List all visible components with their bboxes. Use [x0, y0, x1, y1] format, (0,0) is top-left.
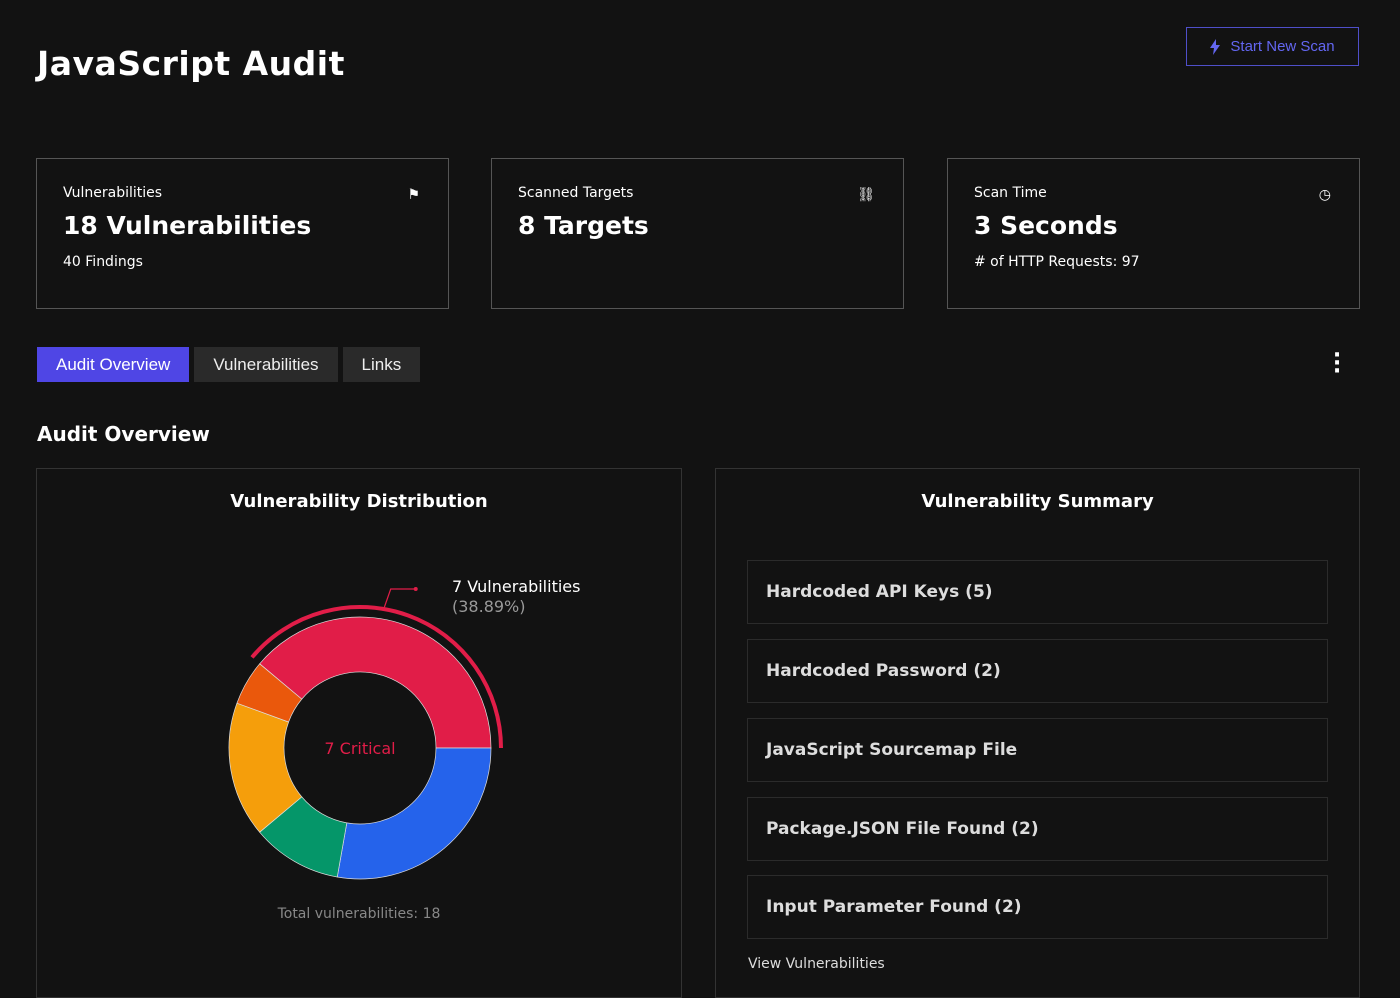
lightning-icon: [1210, 38, 1221, 55]
clock-icon: ◷: [1318, 187, 1331, 203]
donut-slice[interactable]: [259, 616, 492, 749]
card-value: 3 Seconds: [974, 211, 1118, 240]
distribution-title: Vulnerability Distribution: [230, 491, 488, 512]
view-vulnerabilities-link[interactable]: View Vulnerabilities: [748, 956, 885, 972]
summary-item[interactable]: Hardcoded Password (2): [747, 639, 1328, 703]
card-sub: 40 Findings: [63, 254, 143, 270]
tab-audit-overview[interactable]: Audit Overview: [37, 347, 190, 382]
summary-item[interactable]: Input Parameter Found (2): [747, 875, 1328, 939]
summary-item[interactable]: Package.JSON File Found (2): [747, 797, 1328, 861]
center-label: 7 Critical: [324, 739, 396, 758]
tab-bar: Audit Overview Vulnerabilities Links: [37, 347, 421, 382]
scanned-targets-card: Scanned Targets 8 Targets ⛓: [491, 158, 904, 309]
summary-panel: Vulnerability Summary Hardcoded API Keys…: [715, 468, 1360, 998]
tab-vulnerabilities[interactable]: Vulnerabilities: [194, 347, 338, 382]
distribution-panel: Vulnerability Distribution 7 Critical 7 …: [36, 468, 682, 998]
total-vulnerabilities: Total vulnerabilities: 18: [277, 906, 441, 922]
card-value: 18 Vulnerabilities: [63, 211, 312, 240]
card-label: Vulnerabilities: [63, 185, 163, 201]
summary-item[interactable]: Hardcoded API Keys (5): [747, 560, 1328, 624]
scan-time-card: Scan Time 3 Seconds # of HTTP Requests: …: [947, 158, 1360, 309]
callout-percent: (38.89%): [452, 597, 526, 616]
start-new-scan-label: Start New Scan: [1230, 38, 1335, 55]
card-sub: # of HTTP Requests: 97: [974, 254, 1140, 270]
card-value: 8 Targets: [518, 211, 649, 240]
page-title: JavaScript Audit: [37, 44, 345, 83]
callout-line: [383, 588, 416, 610]
more-options-icon[interactable]: · · ·: [1328, 345, 1346, 383]
summary-title: Vulnerability Summary: [921, 491, 1154, 512]
start-new-scan-button[interactable]: Start New Scan: [1186, 27, 1359, 66]
summary-item[interactable]: JavaScript Sourcemap File: [747, 718, 1328, 782]
donut-slice[interactable]: [336, 747, 492, 880]
tab-links[interactable]: Links: [342, 347, 421, 382]
card-label: Scanned Targets: [518, 185, 634, 201]
section-title: Audit Overview: [37, 422, 210, 446]
callout-dot: [413, 587, 418, 592]
card-label: Scan Time: [974, 185, 1047, 201]
callout-value: 7 Vulnerabilities: [452, 577, 581, 596]
link-icon: ⛓: [857, 187, 875, 203]
flag-icon: ⚑: [407, 187, 420, 203]
vulnerabilities-card: Vulnerabilities 18 Vulnerabilities 40 Fi…: [36, 158, 449, 309]
